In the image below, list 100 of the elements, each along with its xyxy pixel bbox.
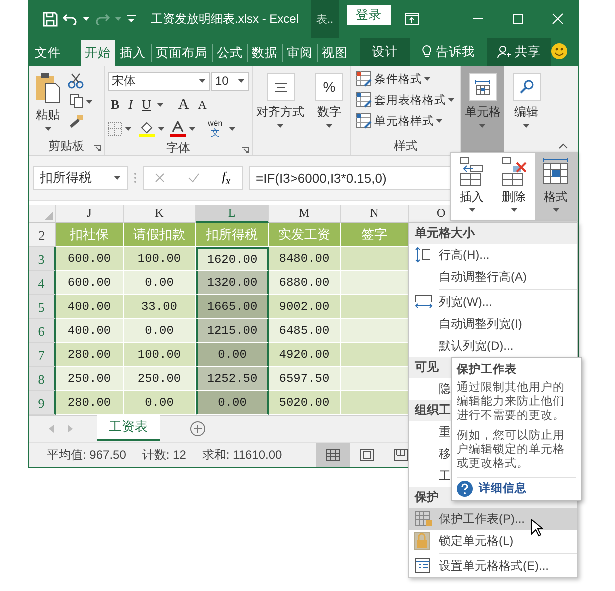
row-header[interactable]: 8 bbox=[29, 367, 56, 391]
style-menu-button[interactable]: 单元格样式 bbox=[354, 112, 458, 130]
dialog-launcher-icon[interactable] bbox=[94, 145, 101, 152]
view-button[interactable] bbox=[316, 443, 350, 467]
ribbon-tab[interactable]: 数据 bbox=[247, 44, 282, 62]
ribbon-tab[interactable]: 插入 bbox=[115, 40, 151, 66]
format-painter-icon[interactable] bbox=[68, 114, 84, 128]
table-cell: 0.00 bbox=[124, 391, 196, 415]
shrink-font-button[interactable]: A bbox=[195, 98, 210, 112]
row-header[interactable]: 6 bbox=[29, 319, 56, 343]
grow-font-button[interactable]: A bbox=[175, 96, 192, 114]
tooltip-text: 例如，您可以防止用户编辑锁定的单元格或更改格式。 bbox=[457, 429, 566, 471]
number-format-button[interactable]: % 数字 bbox=[308, 66, 350, 130]
format-cells-icon bbox=[542, 157, 570, 187]
column-header[interactable]: L bbox=[196, 205, 269, 223]
column-header[interactable]: M bbox=[269, 205, 341, 223]
row-header[interactable]: 5 bbox=[29, 295, 56, 319]
ribbon-tab[interactable]: 开始 bbox=[81, 40, 115, 66]
phonetic-guide-button[interactable]: wén 文 bbox=[204, 120, 226, 138]
style-menu-button[interactable]: 条件格式 bbox=[354, 70, 458, 88]
ribbon-tab[interactable]: 文件 bbox=[29, 40, 81, 66]
ribbon-tab[interactable]: 公式 bbox=[212, 44, 247, 62]
borders-icon[interactable] bbox=[108, 122, 122, 136]
font-name-dropdown[interactable]: 宋体 bbox=[108, 72, 210, 90]
collapse-ribbon-icon[interactable] bbox=[559, 143, 568, 149]
save-icon[interactable] bbox=[43, 12, 58, 26]
column-title: 签字 bbox=[341, 223, 409, 247]
delete-cells-icon bbox=[501, 157, 527, 187]
font-size-dropdown[interactable]: 10 bbox=[211, 72, 249, 90]
caret-icon bbox=[326, 124, 333, 128]
sheet-lock-icon bbox=[415, 511, 433, 527]
cells-button[interactable]: 单元格 bbox=[461, 66, 504, 154]
insert-cells-icon bbox=[459, 157, 485, 187]
table-cell: 1215.00 bbox=[196, 319, 269, 343]
cells-command-button[interactable]: 格式 bbox=[535, 153, 577, 220]
close-icon[interactable] bbox=[552, 13, 564, 25]
share-button[interactable]: 共享 bbox=[487, 38, 551, 66]
font-color-icon[interactable] bbox=[170, 121, 186, 137]
row-header[interactable]: 3 bbox=[29, 247, 56, 271]
row-header[interactable]: 9 bbox=[29, 391, 56, 415]
undo-icon[interactable] bbox=[63, 13, 78, 25]
insert-function-button[interactable]: f$_{x}$ bbox=[222, 168, 231, 188]
caret-icon bbox=[424, 77, 432, 81]
sign-in-button[interactable]: 登录 bbox=[347, 5, 391, 25]
column-header[interactable]: N bbox=[341, 205, 409, 223]
name-box[interactable]: 扣所得税 bbox=[33, 166, 128, 190]
conditional-format-icon bbox=[356, 71, 372, 87]
maximize-icon[interactable] bbox=[512, 13, 524, 25]
customize-icon[interactable] bbox=[127, 15, 136, 23]
row-header[interactable]: 2 bbox=[29, 223, 56, 247]
menu-item[interactable]: 自动调整行高(A) bbox=[409, 266, 577, 288]
bold-button[interactable]: B bbox=[108, 97, 123, 113]
ribbon-tab[interactable]: 视图 bbox=[317, 44, 352, 62]
row-header[interactable]: 4 bbox=[29, 271, 56, 295]
help-icon bbox=[457, 481, 473, 497]
sum-readout: 求和: 11610.00 bbox=[202, 446, 282, 464]
context-tab-label[interactable]: 表.. bbox=[311, 0, 339, 38]
scissors-icon[interactable] bbox=[68, 73, 84, 89]
add-sheet-icon[interactable] bbox=[190, 421, 206, 437]
copy-icon[interactable] bbox=[70, 94, 84, 109]
menu-item[interactable]: 锁定单元格(L) bbox=[409, 530, 577, 552]
ribbon-tab[interactable]: 审阅 bbox=[282, 44, 317, 62]
caret-icon bbox=[510, 208, 518, 212]
align-icon bbox=[274, 82, 287, 92]
paste-button[interactable]: 粘贴 bbox=[32, 70, 64, 138]
menu-item[interactable]: 列宽(W)... bbox=[409, 291, 577, 313]
table-cell: 1320.00 bbox=[196, 271, 269, 295]
menu-item[interactable]: 默认列宽(D)... bbox=[409, 335, 577, 357]
menu-item[interactable]: 行高(H)... bbox=[409, 244, 577, 266]
ribbon-display-icon[interactable] bbox=[405, 13, 419, 25]
caret-icon bbox=[114, 176, 121, 180]
column-header[interactable]: J bbox=[56, 205, 124, 223]
dialog-launcher-icon[interactable] bbox=[242, 147, 249, 154]
sheet-tab[interactable]: 工资表 bbox=[97, 415, 160, 441]
page-layout-icon bbox=[360, 449, 374, 461]
italic-button[interactable]: I bbox=[126, 97, 136, 113]
alignment-button[interactable]: 对齐方式 bbox=[252, 66, 308, 130]
editing-button[interactable]: 编辑 bbox=[504, 66, 549, 130]
row-header[interactable]: 7 bbox=[29, 343, 56, 367]
table-cell: 0.00 bbox=[124, 271, 196, 295]
underline-button[interactable]: U bbox=[139, 97, 154, 113]
ribbon-tab[interactable]: 页面布局 bbox=[151, 44, 212, 62]
tell-me-search[interactable]: 告诉我 bbox=[410, 38, 487, 66]
menu-item[interactable]: 自动调整列宽(I) bbox=[409, 313, 577, 335]
smiley-icon[interactable] bbox=[551, 43, 568, 60]
table-cell: 5020.00 bbox=[269, 391, 341, 415]
table-cell: 250.00 bbox=[56, 367, 124, 391]
column-header[interactable]: K bbox=[124, 205, 196, 223]
grip-icon bbox=[134, 172, 137, 184]
column-title: 请假扣款 bbox=[124, 223, 196, 247]
style-menu-button[interactable]: 套用表格格式 bbox=[354, 91, 458, 109]
check-icon[interactable] bbox=[188, 173, 200, 183]
ribbon-tab[interactable]: 设计 bbox=[360, 38, 410, 66]
caret-icon bbox=[188, 127, 196, 131]
menu-section-header: 单元格大小 bbox=[409, 223, 577, 244]
menu-item[interactable]: 保护工作表(P)... bbox=[409, 508, 577, 530]
table-cell: 1620.00 bbox=[196, 247, 269, 271]
menu-item[interactable]: 设置单元格格式(E)... bbox=[409, 555, 577, 577]
fill-color-icon[interactable] bbox=[138, 121, 155, 137]
group-label: 样式 bbox=[394, 138, 418, 155]
